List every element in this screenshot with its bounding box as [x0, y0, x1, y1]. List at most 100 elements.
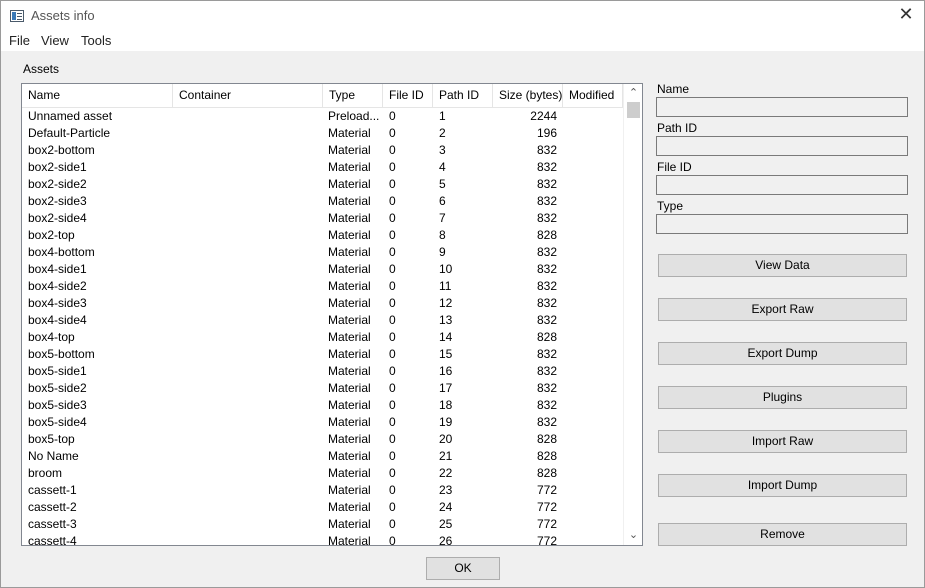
column-header-file-id[interactable]: File ID	[383, 84, 433, 107]
cell-size: 2244	[530, 109, 557, 123]
file-id-field[interactable]	[656, 175, 908, 195]
table-row[interactable]: box2-side2 Material 0 5 832	[22, 176, 623, 193]
column-header-path-id[interactable]: Path ID	[433, 84, 493, 107]
cell-modified	[568, 346, 618, 363]
table-row[interactable]: box4-bottom Material 0 9 832	[22, 244, 623, 261]
cell-name: box4-side4	[28, 313, 87, 327]
column-header-size[interactable]: Size (bytes)	[493, 84, 563, 107]
cell-path-id: 21	[439, 449, 453, 463]
cell-type: Material	[328, 211, 371, 225]
cell-type: Material	[328, 279, 371, 293]
cell-size: 832	[536, 194, 557, 208]
type-label: Type	[657, 199, 684, 213]
cell-container	[178, 159, 323, 176]
cell-file-id: 0	[389, 534, 396, 545]
table-row[interactable]: broom Material 0 22 828	[22, 465, 623, 482]
cell-type: Material	[328, 415, 371, 429]
close-icon[interactable]: ✕	[896, 5, 916, 25]
cell-type: Material	[328, 483, 371, 497]
cell-type: Preload...	[328, 109, 380, 123]
cell-file-id: 0	[389, 364, 396, 378]
scrollbar-thumb[interactable]	[627, 102, 640, 118]
export-dump-button[interactable]: Export Dump	[658, 342, 907, 365]
chevron-down-icon[interactable]: ⌄	[624, 527, 642, 543]
assets-table[interactable]: Name Container Type File ID Path ID Size…	[21, 83, 643, 546]
import-dump-button[interactable]: Import Dump	[658, 474, 907, 497]
cell-file-id: 0	[389, 432, 396, 446]
table-row[interactable]: box5-side3 Material 0 18 832	[22, 397, 623, 414]
cell-name: box5-side3	[28, 398, 87, 412]
cell-size: 772	[536, 483, 557, 497]
column-header-name[interactable]: Name	[22, 84, 173, 107]
menu-file[interactable]: File	[9, 33, 30, 48]
cell-name: cassett-4	[28, 534, 77, 545]
column-header-type[interactable]: Type	[323, 84, 383, 107]
chevron-up-icon[interactable]: ⌃	[624, 85, 642, 101]
table-row[interactable]: box4-side2 Material 0 11 832	[22, 278, 623, 295]
table-row[interactable]: box2-top Material 0 8 828	[22, 227, 623, 244]
table-row[interactable]: cassett-1 Material 0 23 772	[22, 482, 623, 499]
menu-view[interactable]: View	[41, 33, 69, 48]
table-row[interactable]: box2-side1 Material 0 4 832	[22, 159, 623, 176]
cell-path-id: 22	[439, 466, 453, 480]
column-header-modified[interactable]: Modified	[563, 84, 623, 107]
cell-name: box2-side2	[28, 177, 87, 191]
cell-container	[178, 380, 323, 397]
cell-name: box5-top	[28, 432, 75, 446]
path-id-label: Path ID	[657, 121, 698, 135]
cell-modified	[568, 516, 618, 533]
cell-modified	[568, 482, 618, 499]
cell-path-id: 4	[439, 160, 446, 174]
assets-info-window: Assets info ✕ File View Tools Assets Nam…	[0, 0, 925, 588]
table-row[interactable]: No Name Material 0 21 828	[22, 448, 623, 465]
cell-type: Material	[328, 466, 371, 480]
cell-path-id: 23	[439, 483, 453, 497]
remove-button[interactable]: Remove	[658, 523, 907, 546]
vertical-scrollbar[interactable]: ⌃ ⌄	[623, 84, 642, 545]
table-row[interactable]: box4-side1 Material 0 10 832	[22, 261, 623, 278]
table-row[interactable]: box5-top Material 0 20 828	[22, 431, 623, 448]
menu-bar: File View Tools	[1, 31, 924, 51]
path-id-field[interactable]	[656, 136, 908, 156]
export-raw-button[interactable]: Export Raw	[658, 298, 907, 321]
column-header-container[interactable]: Container	[173, 84, 323, 107]
table-row[interactable]: box2-side4 Material 0 7 832	[22, 210, 623, 227]
name-field[interactable]	[656, 97, 908, 117]
cell-path-id: 17	[439, 381, 453, 395]
cell-name: box5-side1	[28, 364, 87, 378]
table-row[interactable]: box5-side2 Material 0 17 832	[22, 380, 623, 397]
menu-tools[interactable]: Tools	[81, 33, 111, 48]
table-row[interactable]: box4-side4 Material 0 13 832	[22, 312, 623, 329]
cell-size: 828	[536, 228, 557, 242]
cell-container	[178, 516, 323, 533]
cell-container	[178, 499, 323, 516]
cell-modified	[568, 499, 618, 516]
cell-path-id: 7	[439, 211, 446, 225]
table-row[interactable]: box4-top Material 0 14 828	[22, 329, 623, 346]
plugins-button[interactable]: Plugins	[658, 386, 907, 409]
table-row[interactable]: box5-side4 Material 0 19 832	[22, 414, 623, 431]
type-field[interactable]	[656, 214, 908, 234]
cell-container	[178, 244, 323, 261]
table-row[interactable]: box2-side3 Material 0 6 832	[22, 193, 623, 210]
cell-name: box4-side2	[28, 279, 87, 293]
table-row[interactable]: box4-side3 Material 0 12 832	[22, 295, 623, 312]
table-row[interactable]: cassett-3 Material 0 25 772	[22, 516, 623, 533]
cell-name: box2-side3	[28, 194, 87, 208]
cell-name: cassett-3	[28, 517, 77, 531]
cell-modified	[568, 193, 618, 210]
view-data-button[interactable]: View Data	[658, 254, 907, 277]
table-row[interactable]: cassett-4 Material 0 26 772	[22, 533, 623, 545]
ok-button[interactable]: OK	[426, 557, 500, 580]
import-raw-button[interactable]: Import Raw	[658, 430, 907, 453]
cell-name: box4-side1	[28, 262, 87, 276]
table-row[interactable]: box2-bottom Material 0 3 832	[22, 142, 623, 159]
cell-size: 832	[536, 160, 557, 174]
table-row[interactable]: Unnamed asset Preload... 0 1 2244	[22, 108, 623, 125]
table-row[interactable]: box5-side1 Material 0 16 832	[22, 363, 623, 380]
cell-modified	[568, 261, 618, 278]
table-row[interactable]: box5-bottom Material 0 15 832	[22, 346, 623, 363]
table-row[interactable]: cassett-2 Material 0 24 772	[22, 499, 623, 516]
cell-type: Material	[328, 296, 371, 310]
table-row[interactable]: Default-Particle Material 0 2 196	[22, 125, 623, 142]
